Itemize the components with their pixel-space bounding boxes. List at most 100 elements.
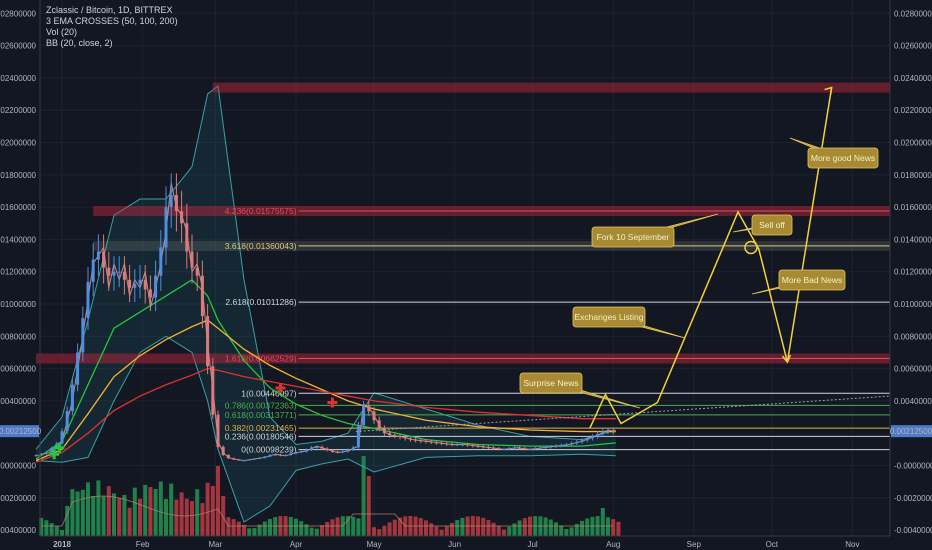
indicator-bb[interactable]: BB (20, close, 2) xyxy=(46,38,178,49)
y-tick-label-left: -0.00200000 xyxy=(0,494,37,503)
candle-body xyxy=(466,444,470,446)
candle-body xyxy=(528,449,532,451)
volume-bar xyxy=(164,498,168,536)
candle-body xyxy=(112,271,116,276)
candle-body xyxy=(440,442,444,444)
candle-body xyxy=(325,448,329,451)
candle-body xyxy=(336,451,340,453)
y-tick-label-right: 0.01600000 xyxy=(894,203,932,212)
price-chart[interactable]: 4.236(0.01575575) 3.618(0.01360043) 2.618(… xyxy=(0,0,932,550)
candle-body xyxy=(346,449,350,452)
fib-label: 0.236(0.00180546) xyxy=(225,431,297,441)
volume-bar xyxy=(252,528,257,536)
candle-body xyxy=(460,444,464,446)
candle-body xyxy=(538,447,542,449)
candle-body xyxy=(185,223,189,252)
y-tick-label-right: 0.02800000 xyxy=(894,9,932,18)
y-tick-label-left: 0.01800000 xyxy=(0,171,37,180)
volume-bar xyxy=(86,482,90,536)
volume-bar xyxy=(429,523,434,536)
volume-bar xyxy=(611,519,616,536)
candle-body xyxy=(512,447,516,449)
y-tick-label-left: 0.01400000 xyxy=(0,235,37,244)
candle-body xyxy=(320,446,324,449)
y-tick-label-right: 0.01800000 xyxy=(894,171,932,180)
x-tick-label: 2018 xyxy=(53,540,71,549)
volume-bar xyxy=(112,493,116,536)
candle-body xyxy=(148,289,152,298)
candle-body xyxy=(159,247,163,276)
y-tick-label-right: 0.02400000 xyxy=(894,74,932,83)
volume-bar xyxy=(356,518,361,536)
candle-body xyxy=(554,445,558,447)
candle-body xyxy=(419,440,423,442)
volume-bar xyxy=(49,523,54,536)
candle-body xyxy=(367,405,371,412)
candle-body xyxy=(403,437,407,439)
volume-bar xyxy=(444,526,449,536)
candle-body xyxy=(611,430,615,432)
volume-bar xyxy=(512,523,517,536)
volume-bar xyxy=(439,529,444,536)
candle-body xyxy=(377,420,381,429)
candle-body xyxy=(523,448,527,450)
candle-body xyxy=(414,439,418,441)
volume-bar xyxy=(450,522,454,536)
y-tick-label-left: 0.02000000 xyxy=(0,139,37,148)
volume-bar xyxy=(496,526,501,536)
volume-bar xyxy=(132,487,137,536)
candle-body xyxy=(258,457,262,459)
candle-body xyxy=(252,458,256,460)
volume-bar xyxy=(268,518,272,536)
callout-text: More good News xyxy=(811,153,875,163)
candle-body xyxy=(232,458,236,460)
candle-body xyxy=(200,275,204,317)
volume-bar xyxy=(554,522,558,536)
candle-body xyxy=(372,411,376,421)
candle-body xyxy=(221,446,225,456)
candle-body xyxy=(450,444,454,446)
candle-body xyxy=(154,275,158,298)
annotations: Surprise News Exchanges Listing Fork 10 Se… xyxy=(519,137,879,409)
volume-bar xyxy=(330,519,335,536)
chart-title: Zclassic / Bitcoin, 1D, BITTREX xyxy=(46,5,173,15)
y-tick-label-right: 0.01200000 xyxy=(894,268,932,277)
volume-bar xyxy=(101,496,106,536)
candle-body xyxy=(398,436,402,438)
indicator-ema[interactable]: 3 EMA CROSSES (50, 100, 200) xyxy=(46,16,178,27)
volume-bar xyxy=(372,527,376,536)
candle-body xyxy=(34,455,38,457)
y-tick-label-left: 0.00800000 xyxy=(0,332,37,341)
candle-body xyxy=(81,318,85,353)
volume-bar xyxy=(216,466,220,536)
volume-bar xyxy=(195,489,200,536)
candle-body xyxy=(601,431,605,434)
volume-bar xyxy=(314,528,319,536)
candle-body xyxy=(481,446,485,448)
candle-body xyxy=(76,352,80,385)
candle-body xyxy=(362,405,366,426)
x-tick-label: Apr xyxy=(290,540,303,549)
volume-bar xyxy=(54,526,59,536)
candle-body xyxy=(190,251,194,268)
candle-body xyxy=(216,414,220,447)
candle-body xyxy=(424,440,428,442)
indicator-volume[interactable]: Vol (20) xyxy=(46,27,178,38)
x-tick-label: Jun xyxy=(448,540,461,549)
sell-cross-signal xyxy=(327,397,338,408)
volume-bar xyxy=(543,517,548,536)
candle-body xyxy=(606,430,610,432)
volume-bar xyxy=(80,489,85,536)
x-tick-label: Sep xyxy=(687,540,702,549)
candle-body xyxy=(206,316,210,367)
candle-body xyxy=(341,451,345,453)
volume-bar xyxy=(70,489,75,536)
volume-bar xyxy=(569,527,574,536)
y-tick-label-left: 0.02200000 xyxy=(0,106,37,115)
volume-bar xyxy=(231,519,236,536)
x-tick-label: Oct xyxy=(766,540,779,549)
volume-bar xyxy=(262,521,267,536)
volume-bar xyxy=(517,520,522,536)
candle-body xyxy=(65,410,69,432)
y-tick-label-right: -0.00200000 xyxy=(894,494,932,503)
